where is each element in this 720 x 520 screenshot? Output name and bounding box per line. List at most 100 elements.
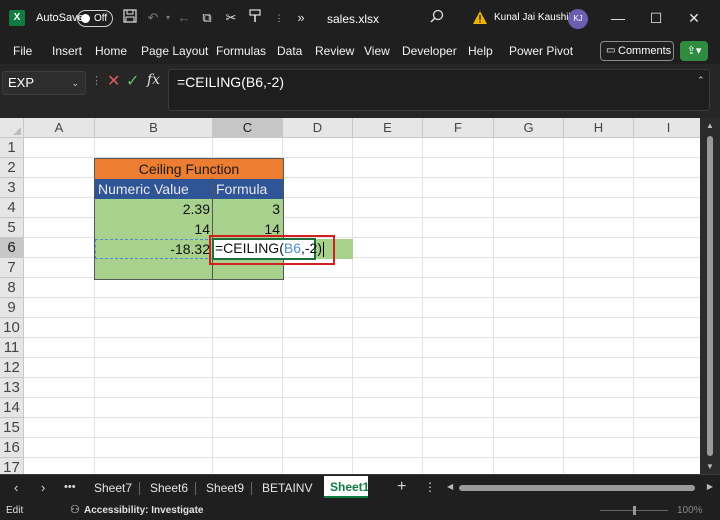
row-header-4[interactable]: 4 bbox=[0, 198, 24, 218]
comments-label: Comments bbox=[618, 45, 672, 57]
minimize-icon[interactable]: — bbox=[608, 9, 628, 27]
back-icon[interactable]: ← bbox=[175, 9, 193, 27]
menu-data[interactable]: Data bbox=[277, 44, 302, 58]
spreadsheet-grid[interactable]: A B C D E F G H I 1 2 3 4 5 6 7 8 9 10 1… bbox=[0, 118, 700, 474]
more-icon[interactable]: ⋮ bbox=[91, 74, 102, 87]
row-header-11[interactable]: 11 bbox=[0, 338, 24, 358]
row-header-10[interactable]: 10 bbox=[0, 318, 24, 338]
header-formula[interactable]: Formula bbox=[213, 179, 283, 199]
search-icon[interactable] bbox=[428, 9, 446, 27]
scrollbar-thumb[interactable] bbox=[707, 136, 713, 456]
comments-button[interactable]: ▭ Comments bbox=[600, 41, 674, 61]
fx-icon[interactable]: fx bbox=[147, 72, 160, 88]
cell-c4[interactable]: 3 bbox=[213, 199, 283, 219]
row-header-16[interactable]: 16 bbox=[0, 438, 24, 458]
edit-formula-ref: B6 bbox=[283, 240, 301, 256]
column-header-d[interactable]: D bbox=[283, 118, 353, 138]
column-header-h[interactable]: H bbox=[564, 118, 634, 138]
row-header-13[interactable]: 13 bbox=[0, 378, 24, 398]
scroll-up-icon[interactable]: ▲ bbox=[706, 121, 714, 130]
sheet-tab-sheet6[interactable]: Sheet6 bbox=[150, 481, 188, 495]
sheet-tab-sheet7[interactable]: Sheet7 bbox=[94, 481, 132, 495]
copy-icon[interactable]: ⧉ bbox=[198, 9, 216, 27]
avatar[interactable]: KJ bbox=[568, 9, 588, 29]
cell-b6[interactable]: -18.32 bbox=[95, 239, 213, 259]
column-header-e[interactable]: E bbox=[353, 118, 423, 138]
column-header-c[interactable]: C bbox=[213, 118, 283, 138]
select-all-button[interactable] bbox=[0, 118, 24, 138]
row-header-17[interactable]: 17 bbox=[0, 458, 24, 474]
row-header-2[interactable]: 2 bbox=[0, 158, 24, 178]
vertical-scrollbar[interactable]: ▲ ▼ bbox=[700, 118, 720, 474]
chevron-up-icon[interactable]: ⌃ bbox=[697, 75, 705, 86]
save-icon[interactable] bbox=[121, 9, 139, 27]
menu-view[interactable]: View bbox=[364, 44, 390, 58]
next-sheet-icon[interactable]: › bbox=[41, 480, 45, 495]
menu-home[interactable]: Home bbox=[95, 44, 127, 58]
name-box[interactable]: EXP ⌄ bbox=[2, 71, 86, 95]
menu-page-layout[interactable]: Page Layout bbox=[141, 44, 208, 58]
accessibility-status[interactable]: Accessibility: Investigate bbox=[84, 505, 204, 516]
menu-file[interactable]: File bbox=[13, 44, 32, 58]
sheet-tab-sheet1[interactable]: Sheet1 bbox=[324, 476, 368, 498]
column-header-b[interactable]: B bbox=[95, 118, 213, 138]
header-numeric-value[interactable]: Numeric Value bbox=[95, 179, 213, 199]
column-header-a[interactable]: A bbox=[24, 118, 95, 138]
more-icon[interactable]: ⋮ bbox=[424, 480, 436, 494]
column-header-i[interactable]: I bbox=[634, 118, 700, 138]
cell-c5[interactable]: 14 bbox=[213, 219, 283, 239]
cell-c6-editor[interactable]: =CEILING(B6,-2) bbox=[212, 238, 324, 260]
row-header-15[interactable]: 15 bbox=[0, 418, 24, 438]
gridline bbox=[24, 437, 700, 438]
menu-insert[interactable]: Insert bbox=[52, 44, 82, 58]
gridline bbox=[633, 138, 634, 474]
menu-developer[interactable]: Developer bbox=[402, 44, 457, 58]
cell-b5[interactable]: 14 bbox=[95, 219, 213, 239]
enter-icon[interactable]: ✓ bbox=[126, 71, 139, 91]
add-sheet-icon[interactable]: + bbox=[397, 478, 406, 496]
cell-b4[interactable]: 2.39 bbox=[95, 199, 213, 219]
row-header-6[interactable]: 6 bbox=[0, 238, 24, 258]
prev-sheet-icon[interactable]: ‹ bbox=[14, 480, 18, 495]
row-header-7[interactable]: 7 bbox=[0, 258, 24, 278]
more-sheets-icon[interactable]: ••• bbox=[64, 481, 76, 493]
table-title-cell[interactable]: Ceiling Function bbox=[95, 159, 283, 179]
row-header-5[interactable]: 5 bbox=[0, 218, 24, 238]
scroll-left-icon[interactable]: ◀ bbox=[447, 482, 453, 491]
accessibility-icon[interactable]: ⚇ bbox=[70, 503, 80, 516]
horizontal-scrollbar[interactable]: ◀ ▶ bbox=[445, 481, 715, 495]
scrollbar-thumb[interactable] bbox=[459, 485, 695, 491]
sheet-tab-betainv[interactable]: BETAINV bbox=[262, 481, 312, 495]
scroll-right-icon[interactable]: ▶ bbox=[707, 482, 713, 491]
menu-help[interactable]: Help bbox=[468, 44, 493, 58]
more-commands-icon[interactable]: » bbox=[292, 9, 310, 27]
format-painter-icon[interactable] bbox=[246, 9, 264, 27]
sheet-tab-sheet9[interactable]: Sheet9 bbox=[206, 481, 244, 495]
cancel-icon[interactable]: ✕ bbox=[107, 71, 120, 91]
cell-c7[interactable] bbox=[213, 259, 283, 279]
row-header-3[interactable]: 3 bbox=[0, 178, 24, 198]
cut-icon[interactable]: ✂ bbox=[222, 9, 240, 27]
column-header-f[interactable]: F bbox=[423, 118, 494, 138]
maximize-icon[interactable]: ☐ bbox=[646, 9, 666, 27]
autosave-state: Off bbox=[94, 13, 108, 24]
zoom-slider-knob[interactable] bbox=[633, 506, 636, 515]
share-button[interactable]: ⇪▾ bbox=[680, 41, 708, 61]
autosave-toggle[interactable]: Off bbox=[77, 10, 113, 27]
scroll-down-icon[interactable]: ▼ bbox=[706, 462, 714, 471]
chevron-down-icon[interactable]: ⌄ bbox=[71, 72, 79, 94]
cell-b7[interactable] bbox=[95, 259, 213, 279]
column-header-g[interactable]: G bbox=[494, 118, 564, 138]
formula-input[interactable]: =CEILING(B6,-2) bbox=[168, 69, 710, 111]
row-header-1[interactable]: 1 bbox=[0, 138, 24, 158]
menu-review[interactable]: Review bbox=[315, 44, 354, 58]
row-header-8[interactable]: 8 bbox=[0, 278, 24, 298]
zoom-level[interactable]: 100% bbox=[677, 505, 703, 516]
row-header-9[interactable]: 9 bbox=[0, 298, 24, 318]
menu-formulas[interactable]: Formulas bbox=[216, 44, 266, 58]
row-header-12[interactable]: 12 bbox=[0, 358, 24, 378]
close-icon[interactable]: ✕ bbox=[684, 9, 704, 27]
more-icon[interactable]: ⋮ bbox=[270, 9, 288, 27]
row-header-14[interactable]: 14 bbox=[0, 398, 24, 418]
menu-power-pivot[interactable]: Power Pivot bbox=[509, 44, 573, 58]
